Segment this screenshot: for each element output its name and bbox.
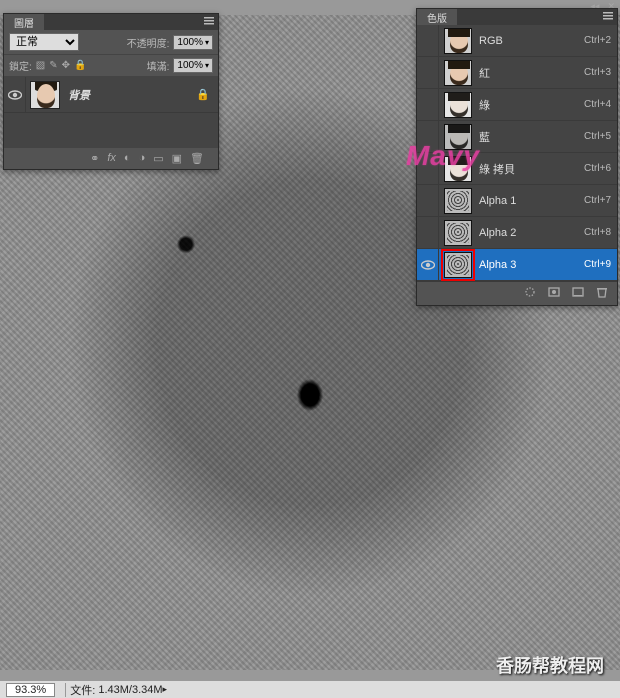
zoom-input[interactable]: 93.3% — [6, 683, 55, 697]
lock-transparent-icon[interactable]: ▧ — [36, 60, 45, 71]
filesize-value: 1.43M/3.34M — [98, 684, 162, 696]
channel-thumbnail[interactable] — [444, 28, 472, 54]
channel-item-綠[interactable]: 綠Ctrl+4 — [417, 89, 617, 121]
channel-shortcut: Ctrl+7 — [584, 195, 617, 206]
channel-visibility[interactable] — [417, 25, 439, 56]
layers-blend-row: 正常 不透明度: 100%▾ — [4, 30, 218, 55]
channels-flyout-menu-icon[interactable] — [599, 9, 617, 25]
channel-item-alpha-1[interactable]: Alpha 1Ctrl+7 — [417, 185, 617, 217]
opacity-label: 不透明度: — [127, 35, 170, 50]
channel-thumbnail[interactable] — [444, 60, 472, 86]
channel-shortcut: Ctrl+9 — [584, 259, 617, 270]
lock-icons-group: ▧ ✎ ✥ 🔒 — [36, 60, 87, 71]
fill-label: 填滿: — [147, 58, 170, 73]
load-selection-icon[interactable] — [523, 286, 537, 301]
channel-shortcut: Ctrl+8 — [584, 227, 617, 238]
divider — [65, 683, 66, 697]
layer-name[interactable]: 背景 — [64, 87, 196, 103]
channel-item-紅[interactable]: 紅Ctrl+3 — [417, 57, 617, 89]
channel-item-alpha-2[interactable]: Alpha 2Ctrl+8 — [417, 217, 617, 249]
channels-tab[interactable]: 色版 — [417, 9, 457, 25]
channel-name: Alpha 1 — [477, 195, 584, 207]
status-flyout-icon[interactable]: ▸ — [163, 684, 168, 695]
channels-panel-tabbar: 色版 — [417, 9, 617, 25]
channel-shortcut: Ctrl+4 — [584, 99, 617, 110]
layers-flyout-menu-icon[interactable] — [200, 14, 218, 30]
new-layer-icon[interactable]: ▣ — [172, 152, 182, 165]
trash-icon[interactable]: 🗑 — [190, 152, 204, 165]
channel-visibility[interactable] — [417, 185, 439, 216]
blend-mode-select[interactable]: 正常 — [9, 33, 79, 51]
adjustment-icon[interactable]: ◑ — [139, 152, 146, 165]
channel-name: 綠 拷貝 — [477, 161, 584, 177]
channel-name: Alpha 3 — [477, 259, 584, 271]
chevron-down-icon: ▾ — [205, 38, 209, 47]
channel-name: Alpha 2 — [477, 227, 584, 239]
layer-list: 背景 🔒 — [4, 77, 218, 147]
mask-icon[interactable]: ◐ — [124, 152, 131, 165]
layers-tab[interactable]: 圖層 — [4, 14, 44, 30]
lock-move-icon[interactable]: ✥ — [62, 60, 70, 71]
layer-thumbnail[interactable] — [30, 81, 60, 109]
layers-panel-tabbar: 圖層 — [4, 14, 218, 30]
channel-item-alpha-3[interactable]: Alpha 3Ctrl+9 — [417, 249, 617, 281]
channel-visibility[interactable] — [417, 89, 439, 120]
status-bar: 93.3% 文件: 1.43M/3.34M ▸ — [0, 680, 620, 698]
link-layers-icon[interactable]: ⚭ — [90, 152, 99, 165]
layers-panel: 圖層 正常 不透明度: 100%▾ 鎖定: ▧ ✎ ✥ 🔒 填滿: 100%▾ — [3, 13, 219, 170]
channel-name: 紅 — [477, 65, 584, 81]
watermark-site-cn: 香肠帮教程网 — [496, 652, 604, 678]
channel-shortcut: Ctrl+6 — [584, 163, 617, 174]
channel-shortcut: Ctrl+5 — [584, 131, 617, 142]
channel-name: 綠 — [477, 97, 584, 113]
new-channel-icon[interactable] — [571, 286, 585, 301]
channel-thumbnail[interactable] — [444, 220, 472, 246]
fx-icon[interactable]: fx — [107, 152, 116, 165]
channel-shortcut: Ctrl+3 — [584, 67, 617, 78]
opacity-spinner[interactable]: 100%▾ — [173, 35, 213, 50]
channel-thumbnail[interactable] — [444, 188, 472, 214]
save-selection-icon[interactable] — [547, 286, 561, 301]
group-icon[interactable]: ▭ — [153, 152, 163, 165]
channel-thumbnail[interactable] — [444, 92, 472, 118]
channel-shortcut: Ctrl+2 — [584, 35, 617, 46]
channel-item-rgb[interactable]: RGBCtrl+2 — [417, 25, 617, 57]
filesize-label: 文件: — [70, 682, 95, 698]
eye-icon[interactable] — [8, 90, 22, 100]
layer-lock-icon[interactable]: 🔒 — [196, 88, 218, 101]
lock-brush-icon[interactable]: ✎ — [49, 60, 57, 71]
channel-visibility[interactable] — [417, 57, 439, 88]
channel-visibility[interactable] — [417, 217, 439, 248]
eye-icon[interactable] — [421, 260, 435, 270]
lock-all-icon[interactable]: 🔒 — [74, 60, 86, 71]
lock-label: 鎖定: — [9, 58, 32, 73]
layers-lock-row: 鎖定: ▧ ✎ ✥ 🔒 填滿: 100%▾ — [4, 55, 218, 77]
channel-name: 藍 — [477, 129, 584, 145]
channels-footer — [417, 281, 617, 305]
layer-item-background[interactable]: 背景 🔒 — [4, 77, 218, 113]
chevron-down-icon: ▾ — [205, 61, 209, 70]
channel-name: RGB — [477, 35, 584, 47]
channel-thumbnail[interactable] — [444, 252, 472, 278]
trash-icon[interactable] — [595, 286, 609, 301]
watermark-brand: Mavy — [406, 140, 480, 172]
fill-spinner[interactable]: 100%▾ — [173, 58, 213, 73]
channel-visibility[interactable] — [417, 249, 439, 280]
layers-footer: ⚭ fx ◐ ◑ ▭ ▣ 🗑 — [4, 147, 218, 169]
